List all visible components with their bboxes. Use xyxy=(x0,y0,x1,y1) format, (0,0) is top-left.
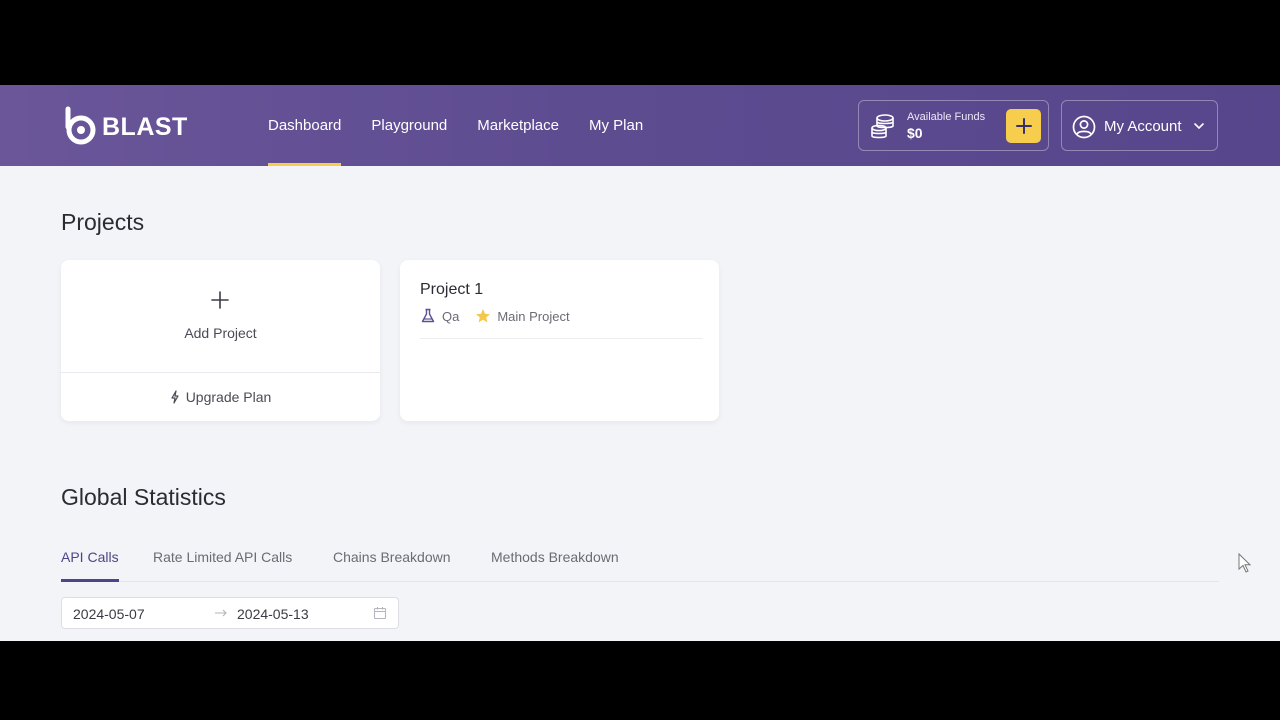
project-tags: Qa Main Project xyxy=(420,308,586,324)
plus-icon xyxy=(1015,118,1032,134)
top-navigation-bar: BLAST Dashboard Playground Marketplace M… xyxy=(0,85,1280,166)
add-funds-button[interactable] xyxy=(1006,109,1041,143)
projects-title: Projects xyxy=(61,209,145,235)
funds-label: Available Funds xyxy=(907,111,986,123)
lightning-icon xyxy=(171,390,179,404)
project-name: Project 1 xyxy=(420,281,484,298)
main-project-badge: Main Project xyxy=(497,308,570,324)
project-environment: Qa xyxy=(442,308,460,324)
plus-icon xyxy=(211,291,229,309)
project-card[interactable]: Project 1 Qa Main Project xyxy=(400,260,719,421)
upgrade-plan-button[interactable]: Upgrade Plan xyxy=(61,373,380,421)
nav-marketplace[interactable]: Marketplace xyxy=(477,85,559,166)
add-project-button[interactable]: Add Project xyxy=(61,260,380,372)
logo[interactable]: BLAST xyxy=(64,105,188,147)
logo-text: BLAST xyxy=(102,113,188,141)
add-project-card: Add Project Upgrade Plan xyxy=(61,260,380,421)
available-funds-widget: Available Funds $0 xyxy=(858,100,1049,151)
mouse-cursor-icon xyxy=(1238,552,1252,573)
add-project-label: Add Project xyxy=(184,325,257,341)
statistics-tabs: API Calls Rate Limited API Calls Chains … xyxy=(61,541,1219,582)
calendar-icon xyxy=(373,607,387,620)
start-date: 2024-05-07 xyxy=(73,606,145,622)
tab-rate-limited-api-calls[interactable]: Rate Limited API Calls xyxy=(153,549,292,581)
tab-chains-breakdown[interactable]: Chains Breakdown xyxy=(333,549,451,581)
blast-logo-icon xyxy=(65,106,96,145)
chevron-down-icon xyxy=(1194,123,1204,129)
nav-my-plan[interactable]: My Plan xyxy=(589,85,643,166)
nav-dashboard[interactable]: Dashboard xyxy=(268,85,342,166)
tab-methods-breakdown[interactable]: Methods Breakdown xyxy=(491,549,619,581)
global-statistics-title: Global Statistics xyxy=(61,484,226,510)
end-date: 2024-05-13 xyxy=(237,606,309,622)
nav-playground[interactable]: Playground xyxy=(371,85,447,166)
main-nav: Dashboard Playground Marketplace My Plan xyxy=(268,85,673,166)
funds-value: $0 xyxy=(907,125,923,141)
flask-icon xyxy=(421,308,435,323)
coins-icon xyxy=(871,114,894,139)
user-circle-icon xyxy=(1072,115,1096,139)
upgrade-plan-label: Upgrade Plan xyxy=(185,389,272,405)
my-account-button[interactable]: My Account xyxy=(1061,100,1218,151)
star-icon xyxy=(476,309,491,323)
date-range-picker[interactable]: 2024-05-07 2024-05-13 xyxy=(61,597,399,629)
my-account-label: My Account xyxy=(1104,118,1182,135)
tab-api-calls[interactable]: API Calls xyxy=(61,549,119,582)
app-viewport: BLAST Dashboard Playground Marketplace M… xyxy=(0,85,1280,641)
project-card-divider xyxy=(420,338,703,339)
arrow-right-icon xyxy=(215,609,227,617)
